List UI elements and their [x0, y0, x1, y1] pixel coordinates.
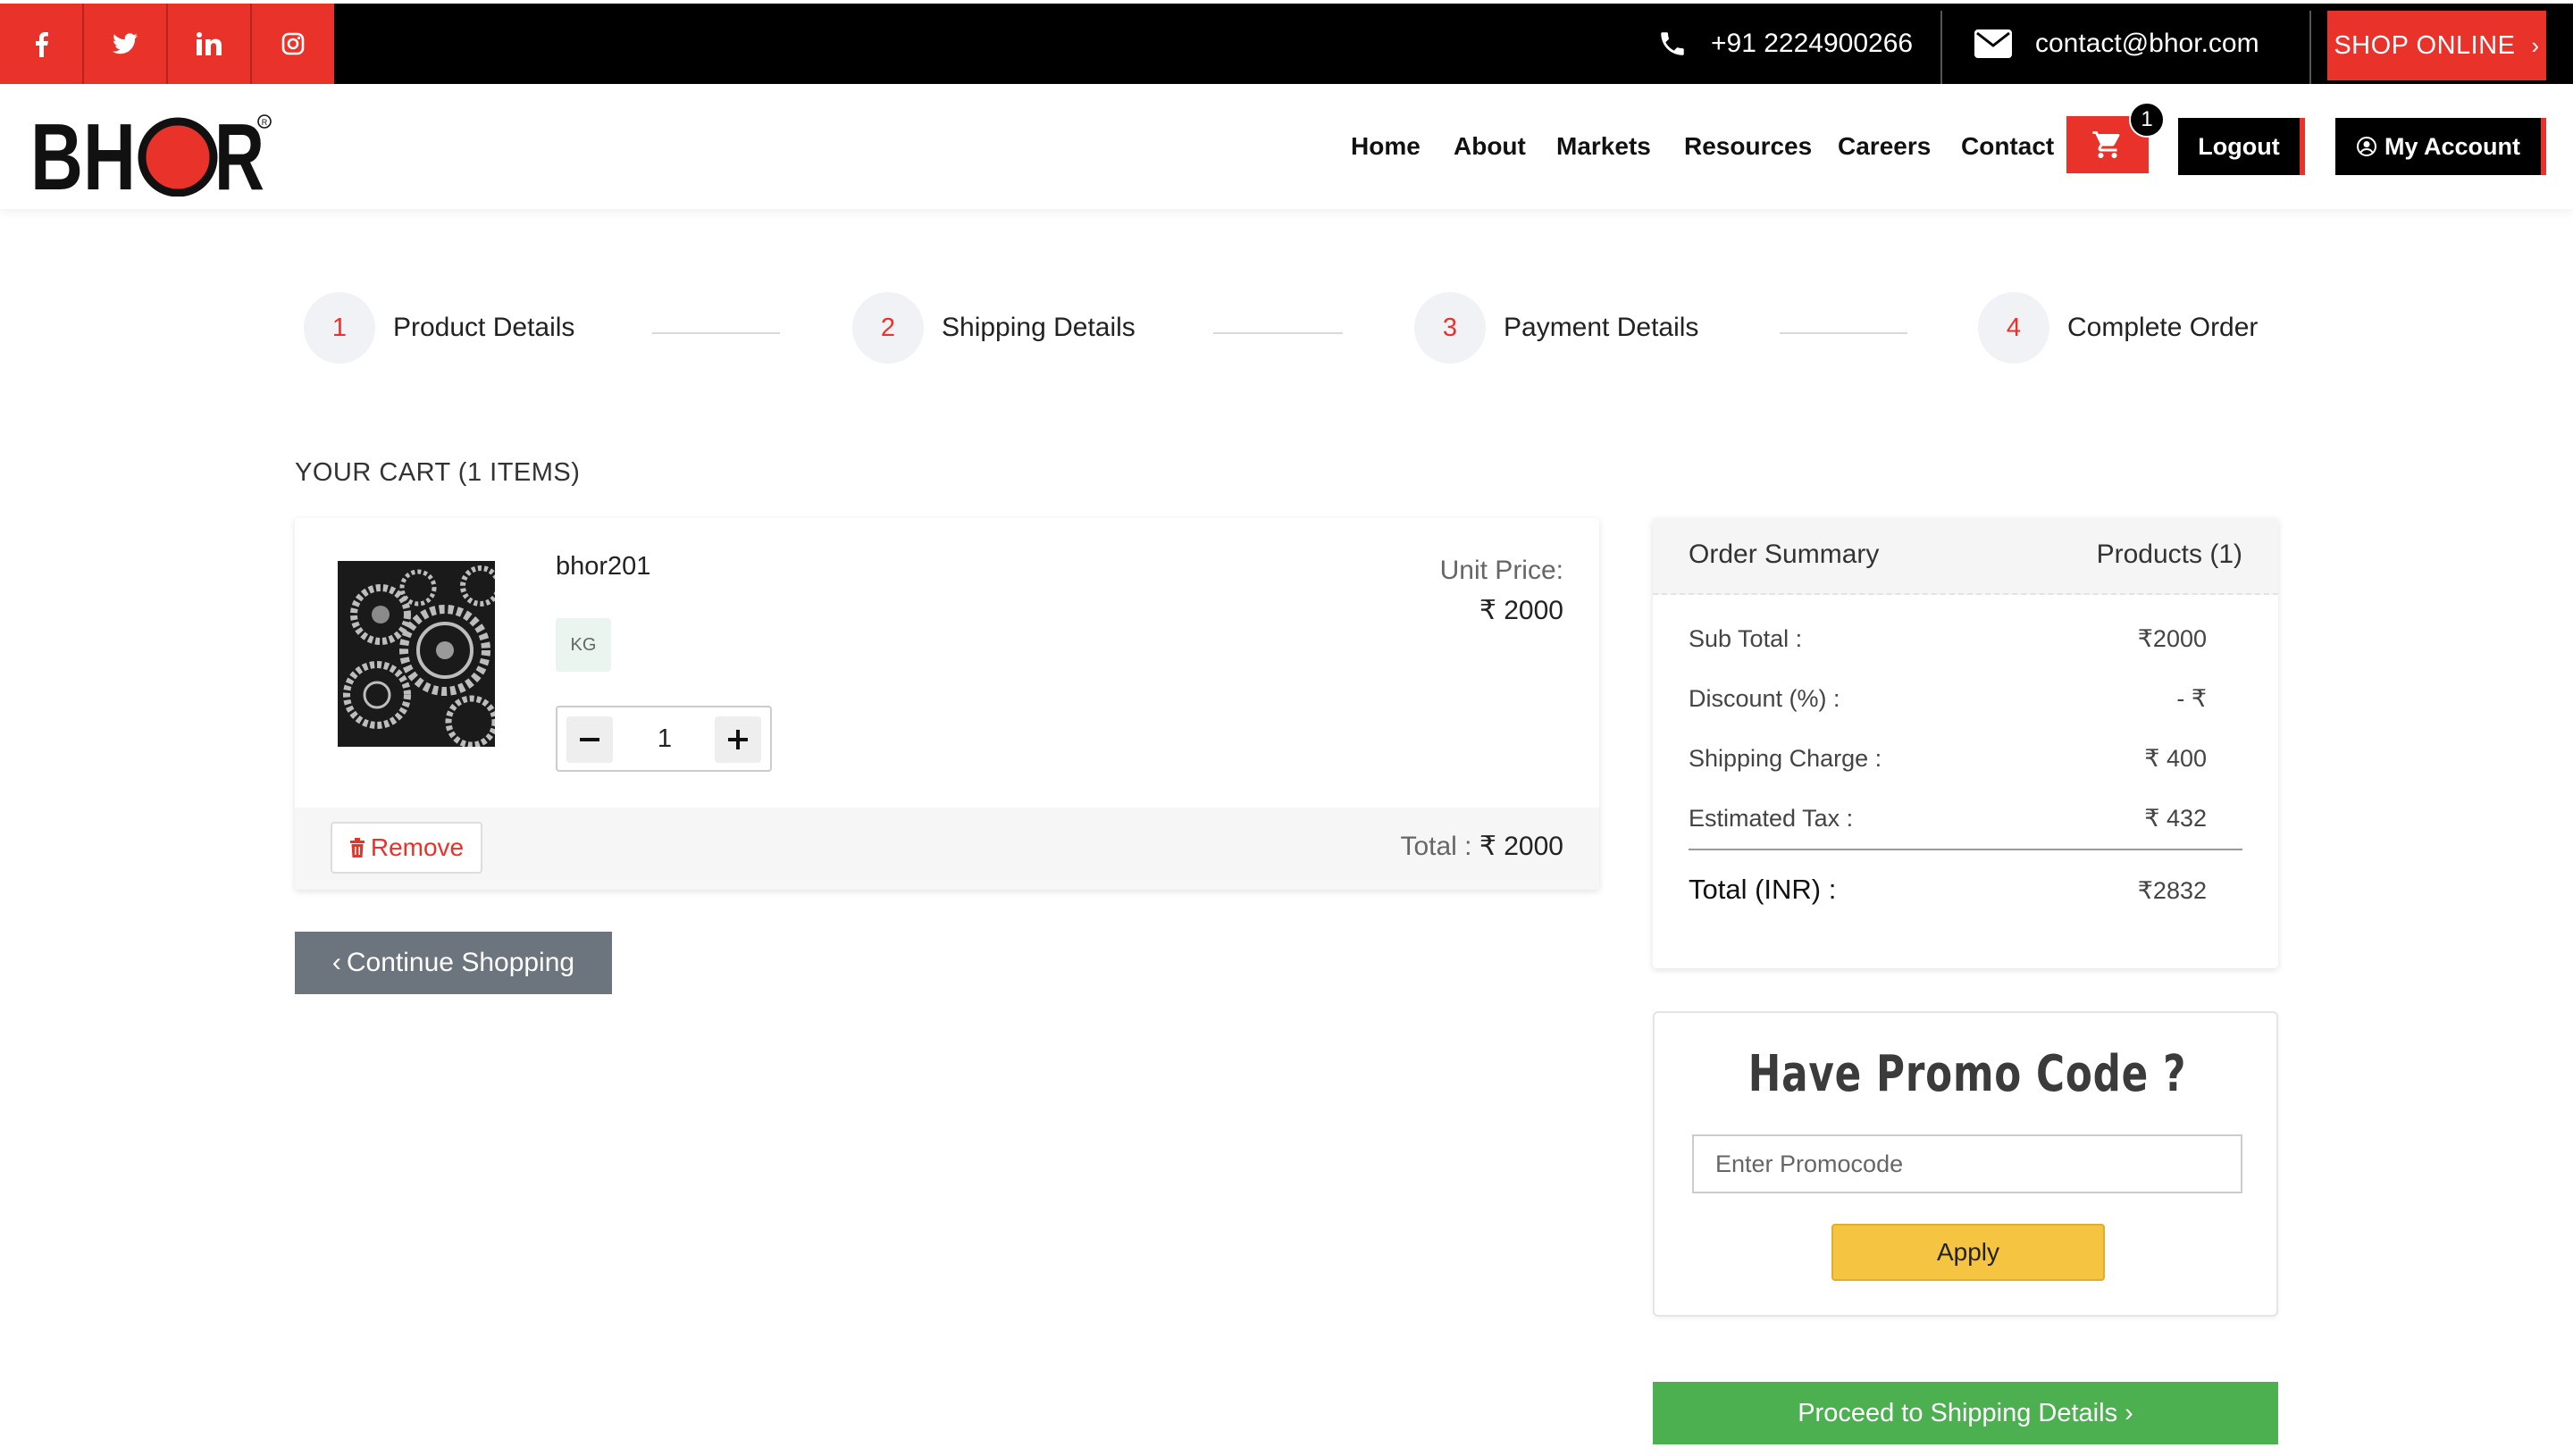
- my-account-label: My Account: [2384, 132, 2520, 160]
- phone-number: +91 2224900266: [1711, 29, 1914, 58]
- divider: [1940, 11, 1942, 84]
- cart-count-badge: 1: [2129, 102, 2165, 138]
- envelope-icon: [1974, 29, 2012, 58]
- order-summary: Order Summary Products (1) Sub Total : ₹…: [1653, 518, 2278, 968]
- proceed-to-shipping-button[interactable]: Proceed to Shipping Details ›: [1653, 1382, 2278, 1444]
- subtotal-row: Sub Total : ₹2000: [1689, 625, 2225, 653]
- order-summary-header: Order Summary Products (1): [1653, 518, 2278, 595]
- cart-item-card: bhor201 KG 1 Unit Price: ₹ 2000 Remove T…: [295, 518, 1599, 890]
- step-number: 3: [1414, 292, 1486, 364]
- shipping-value: ₹ 400: [2144, 745, 2207, 772]
- quantity-stepper: 1: [556, 706, 772, 772]
- shipping-label: Shipping Charge :: [1689, 745, 1882, 772]
- instagram-icon[interactable]: [252, 4, 334, 84]
- continue-shopping-button[interactable]: ‹ Continue Shopping: [295, 932, 612, 994]
- top-bar: +91 2224900266 contact@bhor.com SHOP ONL…: [0, 4, 2573, 84]
- product-name[interactable]: bhor201: [556, 552, 650, 582]
- chevron-right-icon: ›: [2531, 31, 2540, 59]
- step-number: 4: [1978, 292, 2049, 364]
- step-connector: [1213, 332, 1343, 334]
- decrease-quantity-button[interactable]: [566, 716, 613, 763]
- nav-markets[interactable]: Markets: [1556, 132, 1651, 161]
- divider: [2309, 11, 2311, 84]
- quantity-value[interactable]: 1: [629, 707, 700, 770]
- continue-shopping-label: Continue Shopping: [346, 948, 575, 977]
- tax-value: ₹ 432: [2144, 805, 2207, 832]
- svg-text:BH: BH: [30, 111, 136, 197]
- nav-about[interactable]: About: [1454, 132, 1526, 161]
- increase-quantity-button[interactable]: [715, 716, 761, 763]
- total-row: Total (INR) : ₹2832: [1689, 874, 2225, 906]
- item-total: Total : ₹ 2000: [1400, 831, 1563, 862]
- promo-title: Have Promo Code ?: [1747, 1045, 2187, 1103]
- minus-icon: [580, 738, 599, 741]
- total-label: Total (INR) :: [1689, 874, 1837, 905]
- remove-item-button[interactable]: Remove: [331, 822, 482, 874]
- order-summary-title: Order Summary: [1689, 540, 1880, 569]
- apply-promo-button[interactable]: Apply: [1831, 1224, 2105, 1281]
- discount-value: - ₹: [2176, 685, 2207, 712]
- svg-text:R: R: [262, 118, 268, 127]
- step-connector: [652, 332, 780, 334]
- step-label: Complete Order: [2067, 313, 2259, 342]
- step-connector: [1780, 332, 1907, 334]
- logout-button[interactable]: Logout: [2178, 118, 2305, 175]
- svg-text:R: R: [214, 111, 264, 197]
- discount-row: Discount (%) : - ₹: [1689, 685, 2225, 713]
- phone-icon: [1661, 32, 1684, 55]
- cart-icon: [2092, 131, 2120, 158]
- cart-title: YOUR CART (1 ITEMS): [295, 458, 581, 487]
- my-account-button[interactable]: My Account: [2335, 118, 2546, 175]
- step-label: Payment Details: [1504, 313, 1699, 342]
- tax-label: Estimated Tax :: [1689, 805, 1854, 832]
- facebook-icon[interactable]: [0, 4, 84, 84]
- linkedin-icon[interactable]: [168, 4, 252, 84]
- step-number: 2: [852, 292, 924, 364]
- email-contact[interactable]: contact@bhor.com: [1974, 4, 2259, 84]
- step-label: Product Details: [393, 313, 575, 342]
- user-circle-icon: [2356, 137, 2376, 156]
- cart-item-footer: Remove Total : ₹ 2000: [295, 807, 1599, 890]
- email-address: contact@bhor.com: [2035, 29, 2259, 58]
- subtotal-value: ₹2000: [2137, 625, 2207, 652]
- subtotal-label: Sub Total :: [1689, 625, 1803, 652]
- site-header: BH R R Home About Markets Resources Care…: [0, 84, 2573, 210]
- item-total-label: Total :: [1400, 832, 1479, 861]
- social-links: [0, 4, 334, 84]
- twitter-icon[interactable]: [84, 4, 168, 84]
- remove-label: Remove: [370, 833, 465, 861]
- step-product-details: 1 Product Details: [304, 292, 574, 364]
- step-number: 1: [304, 292, 375, 364]
- shop-online-label: SHOP ONLINE: [2334, 30, 2516, 60]
- tax-row: Estimated Tax : ₹ 432: [1689, 805, 2225, 833]
- step-payment-details: 3 Payment Details: [1414, 292, 1698, 364]
- nav-contact[interactable]: Contact: [1961, 132, 2054, 161]
- step-label: Shipping Details: [942, 313, 1136, 342]
- total-value: ₹2832: [2137, 877, 2207, 904]
- bhor-logo[interactable]: BH R R: [30, 105, 272, 210]
- step-shipping-details: 2 Shipping Details: [852, 292, 1136, 364]
- unit-price-label: Unit Price:: [1439, 556, 1563, 585]
- trash-icon: [349, 838, 365, 858]
- discount-label: Discount (%) :: [1689, 685, 1840, 712]
- item-total-value: ₹ 2000: [1479, 832, 1563, 861]
- shop-online-button[interactable]: SHOP ONLINE ›: [2327, 11, 2546, 80]
- product-image[interactable]: [338, 561, 495, 747]
- plus-icon: [728, 730, 748, 749]
- unit-badge: KG: [556, 618, 611, 672]
- nav-home[interactable]: Home: [1351, 132, 1421, 161]
- nav-careers[interactable]: Careers: [1838, 132, 1931, 161]
- chevron-left-icon: ‹: [331, 948, 341, 977]
- nav-resources[interactable]: Resources: [1684, 132, 1812, 161]
- phone-contact[interactable]: +91 2224900266: [1657, 4, 1913, 84]
- promo-code-input[interactable]: [1692, 1134, 2242, 1193]
- products-count: Products (1): [2096, 540, 2242, 569]
- summary-divider: [1689, 849, 2242, 850]
- unit-price-value: ₹ 2000: [1479, 596, 1563, 625]
- promo-code-box: Have Promo Code ? Apply: [1653, 1011, 2278, 1317]
- shipping-row: Shipping Charge : ₹ 400: [1689, 745, 2225, 773]
- step-complete-order: 4 Complete Order: [1978, 292, 2258, 364]
